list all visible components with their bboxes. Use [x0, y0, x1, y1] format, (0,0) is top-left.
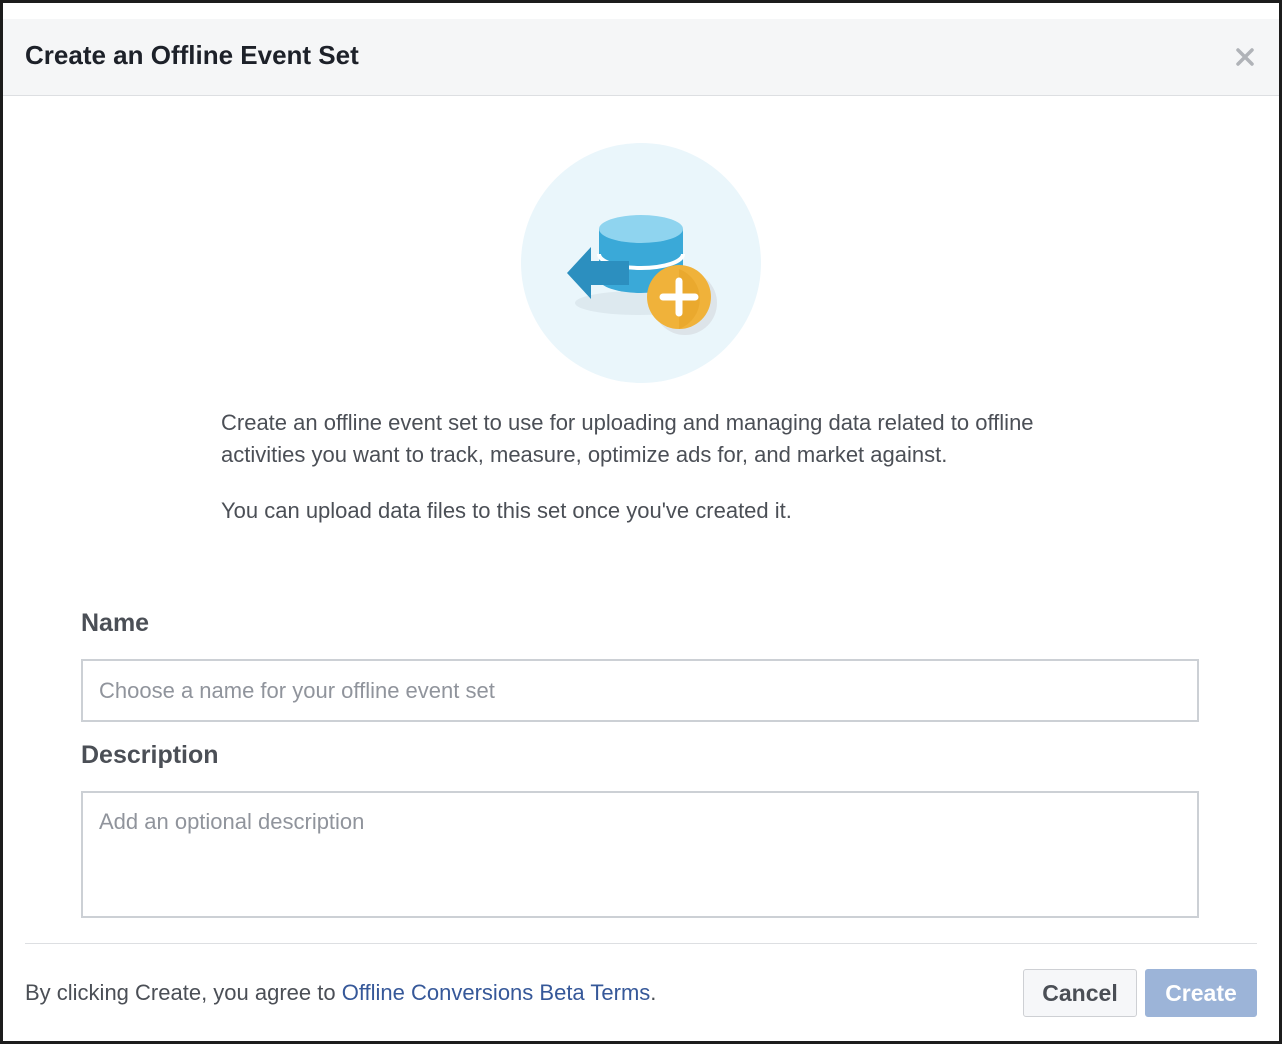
- footer-divider: [25, 943, 1257, 944]
- dialog-header: Create an Offline Event Set: [3, 19, 1279, 96]
- terms-prefix: By clicking Create, you agree to: [25, 980, 342, 1005]
- cancel-button[interactable]: Cancel: [1023, 969, 1137, 1017]
- database-upload-plus-icon: [567, 215, 717, 335]
- close-icon[interactable]: [1229, 41, 1261, 73]
- terms-text: By clicking Create, you agree to Offline…: [25, 977, 656, 1009]
- name-input[interactable]: [81, 659, 1199, 722]
- intro-text: Create an offline event set to use for u…: [221, 407, 1061, 527]
- create-button[interactable]: Create: [1145, 969, 1257, 1017]
- dialog-title: Create an Offline Event Set: [25, 40, 359, 70]
- terms-suffix: .: [650, 980, 657, 1005]
- illustration-circle: [521, 143, 761, 383]
- intro-paragraph: Create an offline event set to use for u…: [221, 410, 1034, 467]
- description-textarea[interactable]: [81, 791, 1199, 918]
- upload-note: You can upload data files to this set on…: [221, 498, 792, 523]
- name-label: Name: [81, 609, 150, 637]
- terms-link[interactable]: Offline Conversions Beta Terms: [342, 980, 651, 1005]
- description-label: Description: [81, 741, 219, 769]
- create-offline-event-set-dialog: Create an Offline Event Set Create an of…: [0, 0, 1282, 1044]
